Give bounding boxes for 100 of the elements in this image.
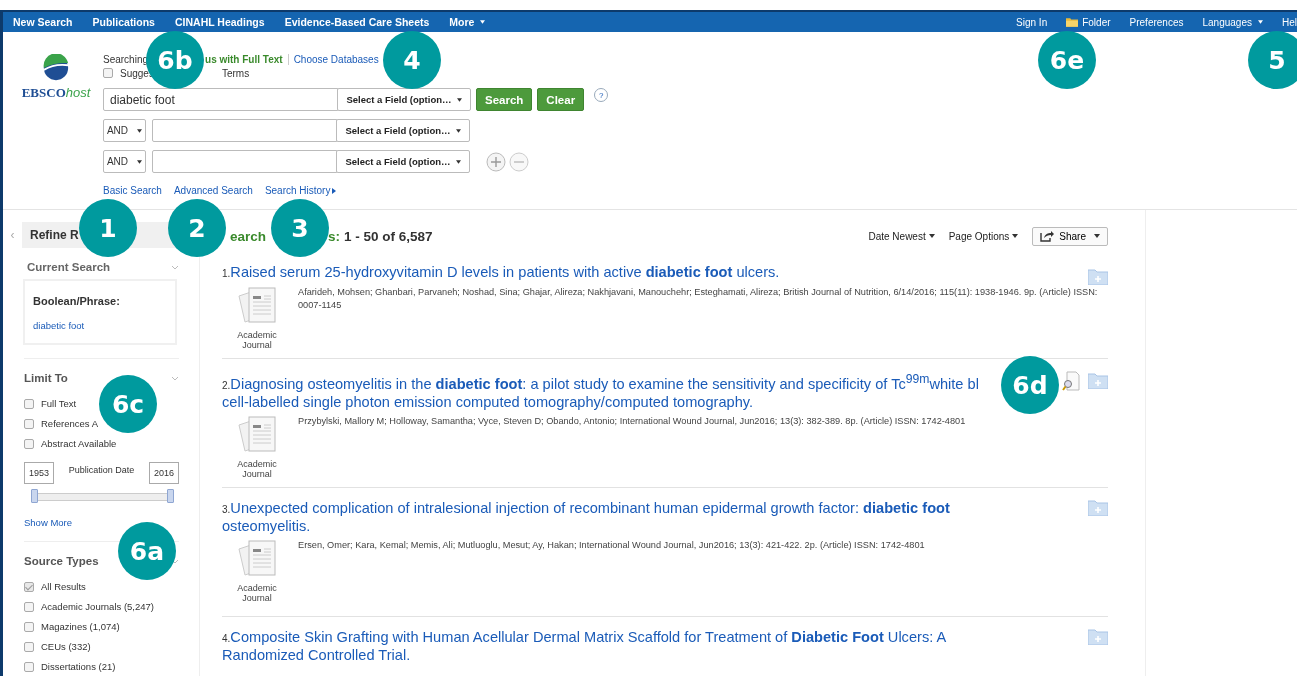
results-heading: s: <box>328 228 341 244</box>
checkbox-label: Magazines (1,074) <box>41 621 120 632</box>
toolbar-menu[interactable]: Page Options <box>948 230 1019 242</box>
search-field[interactable] <box>152 150 338 173</box>
callout-badge: 5 <box>1248 31 1297 89</box>
panel-title: Refine R <box>30 228 79 242</box>
nav-link[interactable]: Hel <box>1282 16 1297 28</box>
checkbox-label: Dissertations (21) <box>41 661 116 672</box>
year-field[interactable]: 1953 <box>24 462 55 484</box>
nav-link[interactable]: Preferences <box>1129 16 1184 28</box>
result-title[interactable]: 2.Diagnosing osteomyelitis in the diabetic foot: a pilot study to examine the sensitivity and specificity of Tc$^{99m}$white bl cell-labelled single photon emission computed tomography/computed tomography. <box>222 371 979 411</box>
query-label: Boolean/Phrase: <box>33 295 121 307</box>
add-to-folder-icon[interactable] <box>1088 629 1108 645</box>
operator-dropdown[interactable]: AND <box>103 119 146 142</box>
checkbox-label: Terms <box>221 67 250 79</box>
field-dropdown[interactable]: Select a Field (option… <box>337 88 471 111</box>
nav-link[interactable]: Publications <box>92 16 155 28</box>
add-row-icon[interactable] <box>486 151 506 172</box>
checkbox-label: Full Text <box>41 398 77 409</box>
caret-icon <box>928 234 935 238</box>
nav-link[interactable]: New Search <box>13 16 73 28</box>
nav-link[interactable]: CINAHL Headings <box>174 16 265 28</box>
operator-dropdown[interactable]: AND <box>103 150 146 173</box>
preview-icon[interactable] <box>1062 371 1080 391</box>
search-field[interactable] <box>152 119 338 142</box>
callout-badge: 1 <box>79 199 137 257</box>
caret-icon <box>137 159 143 164</box>
share-button[interactable]: Share <box>1032 226 1108 246</box>
callout-badge: 6c <box>99 375 157 433</box>
caret-icon <box>1094 234 1100 238</box>
toolbar-menu[interactable]: Date Newest <box>868 230 935 242</box>
choose-databases-link[interactable]: Choose Databases <box>293 53 379 65</box>
checkbox[interactable] <box>24 621 34 632</box>
search-field[interactable]: diabetic foot <box>103 88 339 111</box>
nav-link[interactable]: Sign In <box>1016 16 1048 28</box>
nav-link[interactable]: Evidence-Based Care Sheets <box>284 16 430 28</box>
year-field[interactable]: 2016 <box>148 462 179 484</box>
checkbox[interactable] <box>24 438 34 449</box>
caret-icon <box>455 159 461 164</box>
document-type-label: Academic Journal <box>236 458 278 479</box>
add-to-folder-icon[interactable] <box>1088 500 1108 516</box>
results-heading: earch <box>230 228 267 244</box>
checkbox[interactable] <box>103 68 113 78</box>
callout-badge: 4 <box>383 31 441 89</box>
caret-icon <box>1012 234 1019 238</box>
checkbox-label: References A <box>41 418 99 429</box>
document-type-label: Academic Journal <box>236 330 278 350</box>
slider-handle[interactable] <box>31 489 38 503</box>
checkbox[interactable] <box>24 641 34 652</box>
result-citation: Afarideh, Mohsen; Ghanbari, Parvaneh; Noshad, Sina; Ghajar, Alireza; Nakhjavani, Manouchehr; Esteghamati, Alireza; British Journal of Nutrition, 6/14/2016; 115(11): 1938-1946. 9p. (Article) ISSN: 0007-1145 <box>298 286 1099 312</box>
share-icon <box>1040 230 1055 242</box>
logo-text: EBSCOhost <box>21 85 91 101</box>
date-label: Publication Date <box>68 465 135 475</box>
result-title[interactable]: 3.Unexpected complication of intralesional injection of recombinant human epidermal growth factor: diabetic foot osteomyelitis. <box>222 500 950 535</box>
checkbox-label: Abstract Available <box>41 438 117 449</box>
caret-icon <box>456 97 462 102</box>
checkbox[interactable] <box>24 398 34 409</box>
search-button[interactable]: Clear <box>537 88 585 111</box>
document-icon <box>235 539 279 579</box>
section-title[interactable]: Current Search <box>23 261 111 273</box>
search-link[interactable]: Basic Search <box>103 185 162 196</box>
document-type-label: Academic Journal <box>236 583 278 603</box>
callout-badge: 3 <box>271 199 329 257</box>
checkbox-label: All Results <box>41 581 86 592</box>
field-dropdown[interactable]: Select a Field (option… <box>336 119 470 142</box>
callout-badge: 6d <box>1001 356 1059 414</box>
add-to-folder-icon[interactable] <box>1088 269 1108 285</box>
add-to-folder-icon[interactable] <box>1088 373 1108 389</box>
checkbox[interactable] <box>24 581 34 592</box>
results-count: 1 - 50 of 6,587 <box>344 228 433 244</box>
nav-link[interactable]: Languages <box>1202 16 1263 28</box>
nav-link[interactable]: Folder <box>1066 16 1111 28</box>
checkbox[interactable] <box>24 418 34 429</box>
search-link[interactable]: Advanced Search <box>173 185 253 196</box>
query-link[interactable]: diabetic foot <box>33 320 85 331</box>
checkbox[interactable] <box>24 601 34 612</box>
section-title[interactable]: Limit To <box>24 372 68 384</box>
caret-icon <box>455 128 461 133</box>
slider-handle[interactable] <box>167 489 174 503</box>
section-title[interactable]: Source Types <box>24 555 99 567</box>
callout-badge: 2 <box>168 199 226 257</box>
caret-icon <box>137 128 143 133</box>
result-citation: Ersen, Omer; Kara, Kemal; Memis, Ali; Mutluoglu, Mesut; Ay, Hakan; International Wound Journal, Jun2016; 13(3): 421-422. 2p. (Article) ISSN: 1742-4801 <box>298 539 926 552</box>
database-name: us with Full Text <box>205 53 283 65</box>
remove-row-icon[interactable] <box>509 151 529 172</box>
result-citation: Przybylski, Mallory M; Holloway, Samantha; Vyce, Steven D; Obando, Antonio; International Wound Journal, Jun2016; 13(3): 382-389. 8p. (Article) ISSN: 1742-4801 <box>298 414 967 428</box>
search-button[interactable]: Search <box>476 88 533 111</box>
checkbox[interactable] <box>24 661 34 672</box>
document-icon <box>235 286 279 326</box>
checkbox-label: CEUs (332) <box>41 641 91 652</box>
field-dropdown[interactable]: Select a Field (option… <box>336 150 470 173</box>
result-title[interactable]: 1.Raised serum 25-hydroxyvitamin D levels in patients with active diabetic foot ulcers. <box>222 264 780 282</box>
callout-badge: 6e <box>1038 31 1096 89</box>
document-icon <box>235 414 279 455</box>
folder-icon <box>1066 17 1079 27</box>
callout-badge: 6a <box>118 522 176 580</box>
logo-icon <box>42 54 70 82</box>
result-title[interactable]: 4.Composite Skin Grafting with Human Acellular Dermal Matrix Scaffold for Treatment of Diabetic Foot Ulcers: A Randomized Controlled Trial. <box>222 629 947 664</box>
search-link[interactable]: Search History <box>264 185 337 196</box>
nav-link[interactable]: More <box>449 16 486 28</box>
